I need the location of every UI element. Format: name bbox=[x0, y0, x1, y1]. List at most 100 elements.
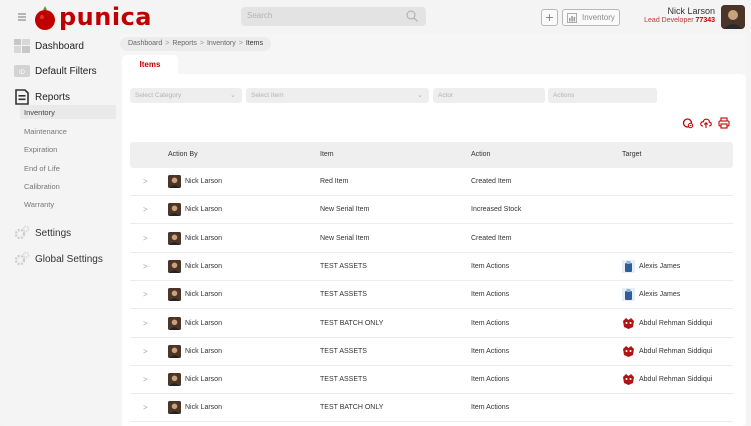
sidebar-item-label: Dashboard bbox=[35, 40, 84, 52]
cell-target: Abdul Rehman Siddiqui bbox=[639, 376, 713, 384]
main-panel: Dashboard > Reports > Inventory > Items Items … bbox=[120, 34, 746, 426]
hamburger-icon[interactable] bbox=[18, 13, 26, 21]
refresh-icon[interactable] bbox=[682, 117, 694, 129]
chevron-right-icon[interactable]: > bbox=[143, 347, 148, 356]
chart-icon bbox=[567, 13, 577, 23]
user-name: Nick Larson bbox=[667, 6, 715, 16]
add-button[interactable]: + bbox=[541, 9, 558, 26]
table-row[interactable]: > Nick Larson TEST BATCH ONLY Item Actions bbox=[130, 394, 733, 423]
column-header-action[interactable]: Action bbox=[471, 151, 490, 158]
breadcrumb-separator: > bbox=[199, 40, 204, 47]
table-row[interactable]: > Nick Larson TEST ASSETS Item Actions Abdul… bbox=[130, 366, 733, 395]
sidebar-item-dashboard[interactable]: Dashboard bbox=[14, 37, 84, 55]
table-header: Action By Item Action Target bbox=[130, 142, 733, 168]
target-avatar bbox=[622, 373, 635, 387]
cell-target: Abdul Rehman Siddiqui bbox=[639, 347, 713, 355]
breadcrumb-item-inventory[interactable]: Inventory bbox=[207, 40, 236, 47]
target-avatar bbox=[622, 344, 635, 358]
gear-icon bbox=[14, 225, 30, 240]
report-card: Select Category ⌄ Select Item ⌄ Actor Ac… bbox=[122, 74, 746, 426]
chevron-right-icon[interactable]: > bbox=[143, 319, 148, 328]
breadcrumb-item-dashboard[interactable]: Dashboard bbox=[128, 40, 162, 47]
target-avatar bbox=[622, 288, 635, 302]
chevron-right-icon[interactable]: > bbox=[143, 177, 148, 186]
actions-input-placeholder: Actions bbox=[553, 92, 575, 99]
sidebar-subitem-inventory[interactable]: Inventory bbox=[20, 105, 116, 119]
category-select[interactable]: Select Category ⌄ bbox=[130, 88, 242, 103]
actor-avatar bbox=[168, 203, 181, 217]
chevron-right-icon[interactable]: > bbox=[143, 403, 148, 412]
user-avatar[interactable] bbox=[721, 5, 745, 29]
chevron-right-icon[interactable]: > bbox=[143, 205, 148, 214]
sidebar-item-global-settings[interactable]: Global Settings bbox=[14, 250, 103, 268]
user-avatar-image bbox=[721, 5, 745, 29]
cell-action: Item Actions bbox=[471, 347, 510, 355]
logo-text: punica bbox=[59, 3, 152, 31]
chevron-right-icon[interactable]: > bbox=[143, 290, 148, 299]
sidebar-subitem-expiration[interactable]: Expiration bbox=[24, 145, 57, 154]
table-row[interactable]: > Nick Larson New Serial Item Increased Sto… bbox=[130, 196, 733, 225]
actions-input[interactable]: Actions bbox=[548, 88, 657, 103]
search-placeholder: Search bbox=[247, 11, 273, 20]
item-select[interactable]: Select Item ⌄ bbox=[246, 88, 429, 103]
column-header-action-by[interactable]: Action By bbox=[168, 151, 198, 158]
gear-icon bbox=[14, 251, 30, 266]
column-header-target[interactable]: Target bbox=[622, 151, 641, 158]
cell-action: Created Item bbox=[471, 234, 512, 242]
pomegranate-logo-icon bbox=[35, 6, 55, 30]
dashboard-grid-icon bbox=[14, 39, 30, 53]
sidebar-item-settings[interactable]: Settings bbox=[14, 224, 71, 242]
actor-input-placeholder: Actor bbox=[438, 92, 454, 99]
table-row[interactable]: > Nick Larson TEST ASSETS Item Actions Abdul… bbox=[130, 338, 733, 366]
search-icon[interactable] bbox=[406, 10, 418, 22]
cell-item: TEST ASSETS bbox=[320, 262, 367, 270]
sidebar-subitem-maintenance[interactable]: Maintenance bbox=[24, 127, 67, 136]
table-row[interactable]: > Nick Larson TEST BATCH ONLY Item Actions A… bbox=[130, 310, 733, 338]
breadcrumb-item-reports[interactable]: Reports bbox=[172, 40, 197, 47]
cell-action: Created Item bbox=[471, 178, 512, 185]
chevron-down-icon: ⌄ bbox=[417, 92, 423, 99]
cell-action: Item Actions bbox=[471, 376, 510, 384]
sidebar-item-reports[interactable]: Reports bbox=[14, 88, 70, 106]
cell-item: TEST ASSETS bbox=[320, 347, 367, 355]
actor-avatar bbox=[168, 316, 181, 330]
inventory-button-label: Inventory bbox=[582, 13, 615, 22]
cell-item: Red Item bbox=[320, 178, 349, 185]
breadcrumb-separator: > bbox=[165, 40, 170, 47]
user-role: Lead Developer 77343 bbox=[644, 17, 715, 24]
table-row[interactable]: > Nick Larson TEST ASSETS Item Actions Alexi… bbox=[130, 281, 733, 310]
search-input[interactable]: Search bbox=[241, 7, 426, 26]
document-icon bbox=[15, 89, 29, 105]
table-row[interactable]: > Nick Larson TEST ASSETS Item Actions Alexi… bbox=[130, 253, 733, 281]
sidebar-item-label: Settings bbox=[35, 227, 72, 239]
tab-items[interactable]: Items bbox=[122, 55, 178, 74]
svg-text:ID: ID bbox=[19, 70, 26, 76]
cell-actor: Nick Larson bbox=[185, 319, 222, 327]
actor-avatar bbox=[168, 259, 181, 273]
chevron-down-icon: ⌄ bbox=[230, 92, 236, 99]
cell-action: Item Actions bbox=[471, 291, 510, 299]
actor-avatar bbox=[168, 373, 181, 387]
chevron-right-icon[interactable]: > bbox=[143, 262, 148, 271]
sidebar-item-default-filters[interactable]: ID Default Filters bbox=[14, 62, 97, 80]
cell-item: TEST ASSETS bbox=[320, 376, 367, 384]
chevron-right-icon[interactable]: > bbox=[143, 234, 148, 243]
app-logo[interactable]: punica bbox=[32, 3, 152, 31]
cell-target: Abdul Rehman Siddiqui bbox=[639, 319, 713, 327]
table-row[interactable]: > Nick Larson New Serial Item Created Item bbox=[130, 225, 733, 253]
printer-icon[interactable] bbox=[718, 117, 730, 129]
sidebar-item-label: Default Filters bbox=[35, 65, 97, 77]
cell-actor: Nick Larson bbox=[185, 347, 222, 355]
sidebar-subitem-warranty[interactable]: Warranty bbox=[24, 200, 54, 209]
inventory-button[interactable]: Inventory bbox=[562, 9, 620, 26]
actor-avatar bbox=[168, 401, 181, 415]
sidebar-subitem-end-of-life[interactable]: End of Life bbox=[24, 164, 60, 173]
sidebar-subitem-calibration[interactable]: Calibration bbox=[24, 182, 60, 191]
table-row[interactable]: > Nick Larson Red Item Created Item bbox=[130, 168, 733, 196]
actor-input[interactable]: Actor bbox=[433, 88, 545, 103]
chevron-right-icon[interactable]: > bbox=[143, 375, 148, 384]
sidebar-item-label: Global Settings bbox=[35, 253, 103, 265]
column-header-item[interactable]: Item bbox=[320, 151, 334, 158]
filter-id-icon: ID bbox=[14, 65, 30, 77]
upload-cloud-icon[interactable] bbox=[700, 117, 712, 129]
